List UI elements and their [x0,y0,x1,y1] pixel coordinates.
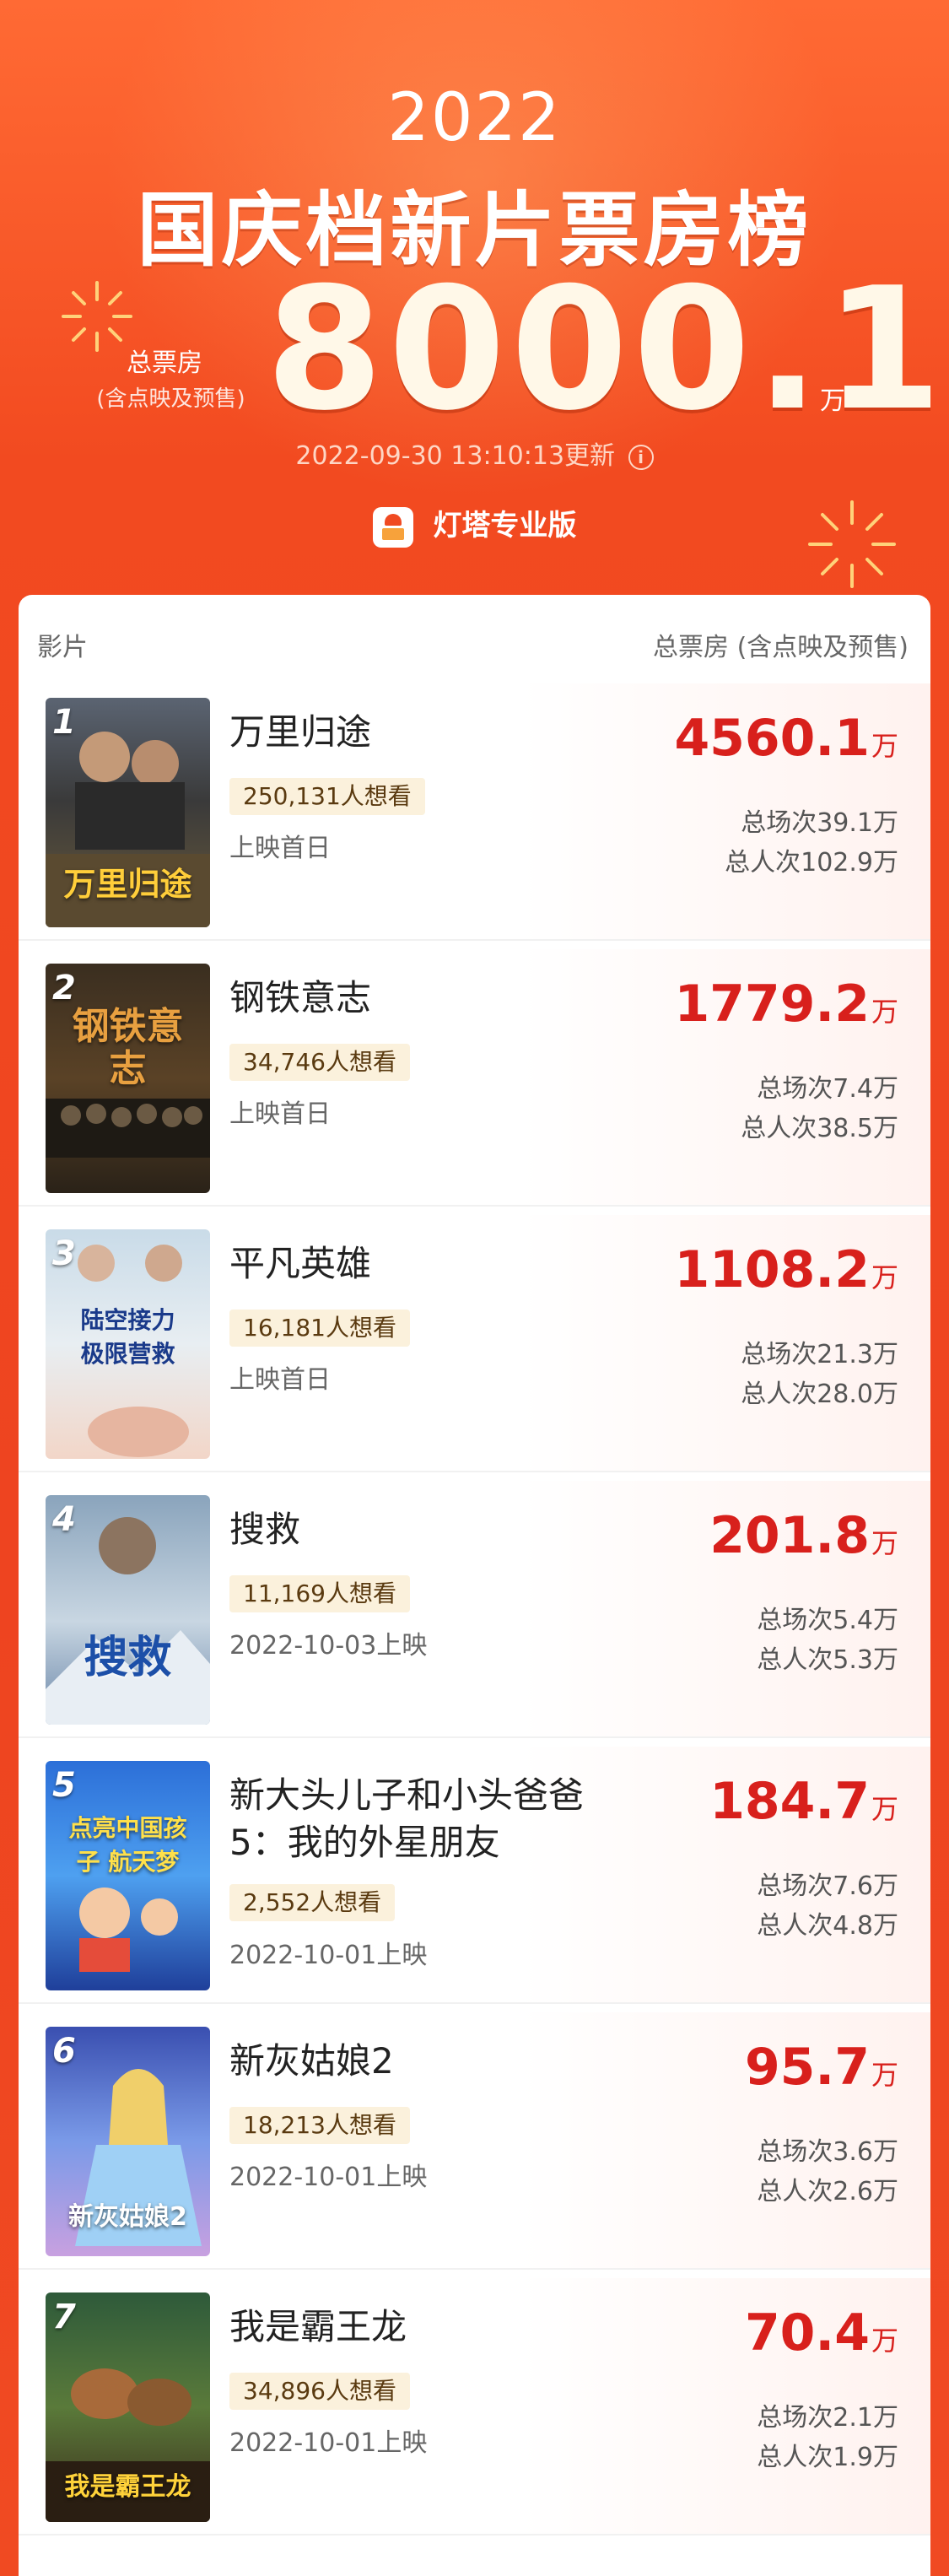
want-to-see-badge: 18,213人想看 [229,2107,410,2144]
total-viewers: 总人次28.0万 [741,1380,898,1409]
poster-title: 新灰姑娘2 [68,2202,187,2232]
update-time: 2022-09-30 13:10:13更新 i [0,435,949,472]
want-to-see-badge: 16,181人想看 [229,1310,410,1347]
movie-row[interactable]: 2 钢铁意志 钢铁意志 34,746人想看 上映首日 1779.2万 总场次7.… [19,949,930,1207]
rank-badge: 1 [52,703,76,742]
total-shows: 总场次39.1万 [741,808,898,838]
rank-badge: 5 [52,1766,76,1805]
total-viewers: 总人次5.3万 [757,1645,898,1675]
rank-badge: 3 [52,1234,76,1273]
release-info: 2022-10-01上映 [229,1941,428,1970]
box-office-value: 95.7万 [745,2038,898,2097]
brand-logo: 灯塔专业版 [0,502,949,548]
poster-title: 钢铁意志 [72,1005,184,1090]
rank-badge: 7 [52,2298,76,2336]
release-info: 上映首日 [229,1365,331,1395]
total-shows: 总场次3.6万 [757,2137,898,2167]
poster-title: 万里归途 [63,866,192,903]
lighthouse-icon [372,506,413,548]
total-viewers: 总人次102.9万 [725,848,898,878]
want-to-see-badge: 2,552人想看 [229,1884,396,1921]
movie-poster[interactable]: 6 新灰姑娘2 [46,2027,210,2256]
poster-title: 我是霸王龙 [64,2472,191,2502]
total-box-office-unit: 万 [820,386,845,416]
box-office-unit: 万 [871,2325,898,2357]
total-box-office-sublabel: (含点映及预售) [96,386,245,412]
total-shows: 总场次21.3万 [741,1340,898,1369]
movie-row[interactable]: 1 万里归途 万里归途 250,131人想看 上映首日 4560.1万 总场次3… [19,683,930,941]
movie-row[interactable]: 5 点亮中国孩子 航天梦 新大头儿子和小头爸爸5：我的外星朋友 2,552人想看… [19,1747,930,2004]
page: 2022 国庆档新片票房榜 总票房 (含点映及预售) 8000.1 万 2022… [0,0,949,2576]
box-office-unit: 万 [871,996,898,1028]
release-info: 2022-10-03上映 [229,1631,428,1661]
rank-badge: 6 [52,2032,76,2071]
box-office-unit: 万 [871,2059,898,2091]
total-viewers: 总人次4.8万 [757,1911,898,1941]
box-office-number: 1779.2 [674,975,870,1034]
movie-poster[interactable]: 5 点亮中国孩子 航天梦 [46,1761,210,1990]
poster-title: 陆空接力 极限营救 [80,1306,175,1368]
column-header-box-office: 总票房 (含点映及预售) [653,633,909,662]
poster-title: 点亮中国孩子 航天梦 [68,1814,187,1876]
want-to-see-badge: 11,169人想看 [229,1575,410,1612]
want-to-see-badge: 34,746人想看 [229,1044,410,1081]
rank-badge: 4 [52,1500,76,1539]
column-header-film: 影片 [37,633,88,662]
movie-title[interactable]: 平凡英雄 [229,1240,634,1288]
year-heading: 2022 [387,80,562,156]
box-office-number: 4560.1 [674,709,870,768]
total-box-office-label: 总票房 [127,348,202,378]
release-info: 上映首日 [229,1099,331,1129]
info-icon[interactable]: i [628,444,654,470]
movie-poster[interactable]: 2 钢铁意志 [46,964,210,1193]
box-office-number: 184.7 [709,1772,870,1831]
box-office-value: 201.8万 [709,1506,898,1565]
movie-row[interactable]: 3 陆空接力 极限营救 平凡英雄 16,181人想看 上映首日 1108.2万 … [19,1215,930,1472]
movie-title[interactable]: 钢铁意志 [229,975,634,1022]
update-time-text: 2022-09-30 13:10:13更新 [295,441,616,471]
release-info: 2022-10-01上映 [229,2428,428,2458]
movie-poster[interactable]: 1 万里归途 [46,698,210,927]
box-office-unit: 万 [871,730,898,762]
box-office-number: 95.7 [744,2038,870,2097]
box-office-value: 70.4万 [745,2303,898,2363]
total-viewers: 总人次1.9万 [757,2443,898,2472]
box-office-value: 1779.2万 [674,975,898,1034]
poster-title: 搜救 [84,1633,172,1683]
box-office-unit: 万 [871,1261,898,1293]
movie-row[interactable]: 4 搜救 搜救 11,169人想看 2022-10-03上映 201.8万 总场… [19,1481,930,1738]
box-office-number: 70.4 [744,2303,870,2363]
box-office-number: 1108.2 [674,1240,870,1299]
total-shows: 总场次7.4万 [757,1074,898,1104]
movie-poster[interactable]: 4 搜救 [46,1495,210,1725]
box-office-number: 201.8 [709,1506,870,1565]
movie-row[interactable]: 7 我是霸王龙 我是霸王龙 34,896人想看 2022-10-01上映 70.… [19,2278,930,2535]
total-shows: 总场次5.4万 [757,1606,898,1635]
total-shows: 总场次2.1万 [757,2403,898,2433]
movie-row[interactable]: 6 新灰姑娘2 新灰姑娘2 18,213人想看 2022-10-01上映 95.… [19,2012,930,2270]
movie-title[interactable]: 我是霸王龙 [229,2303,634,2351]
movie-poster[interactable]: 3 陆空接力 极限营救 [46,1229,210,1459]
want-to-see-badge: 250,131人想看 [229,778,425,815]
movie-title[interactable]: 万里归途 [229,709,634,756]
total-viewers: 总人次2.6万 [757,2177,898,2206]
movie-title[interactable]: 新灰姑娘2 [229,2038,634,2085]
rank-badge: 2 [52,969,76,1007]
movie-poster[interactable]: 7 我是霸王龙 [46,2292,210,2522]
box-office-value: 184.7万 [709,1772,898,1831]
box-office-value: 4560.1万 [674,709,898,768]
movie-title[interactable]: 搜救 [229,1506,634,1553]
brand-name: 灯塔专业版 [433,509,577,543]
box-office-unit: 万 [871,1527,898,1559]
total-shows: 总场次7.6万 [757,1871,898,1901]
release-info: 上映首日 [229,834,331,863]
box-office-unit: 万 [871,1793,898,1825]
box-office-value: 1108.2万 [674,1240,898,1299]
release-info: 2022-10-01上映 [229,2163,428,2192]
want-to-see-badge: 34,896人想看 [229,2373,410,2410]
movie-title[interactable]: 新大头儿子和小头爸爸5：我的外星朋友 [229,1772,634,1866]
total-viewers: 总人次38.5万 [741,1114,898,1143]
